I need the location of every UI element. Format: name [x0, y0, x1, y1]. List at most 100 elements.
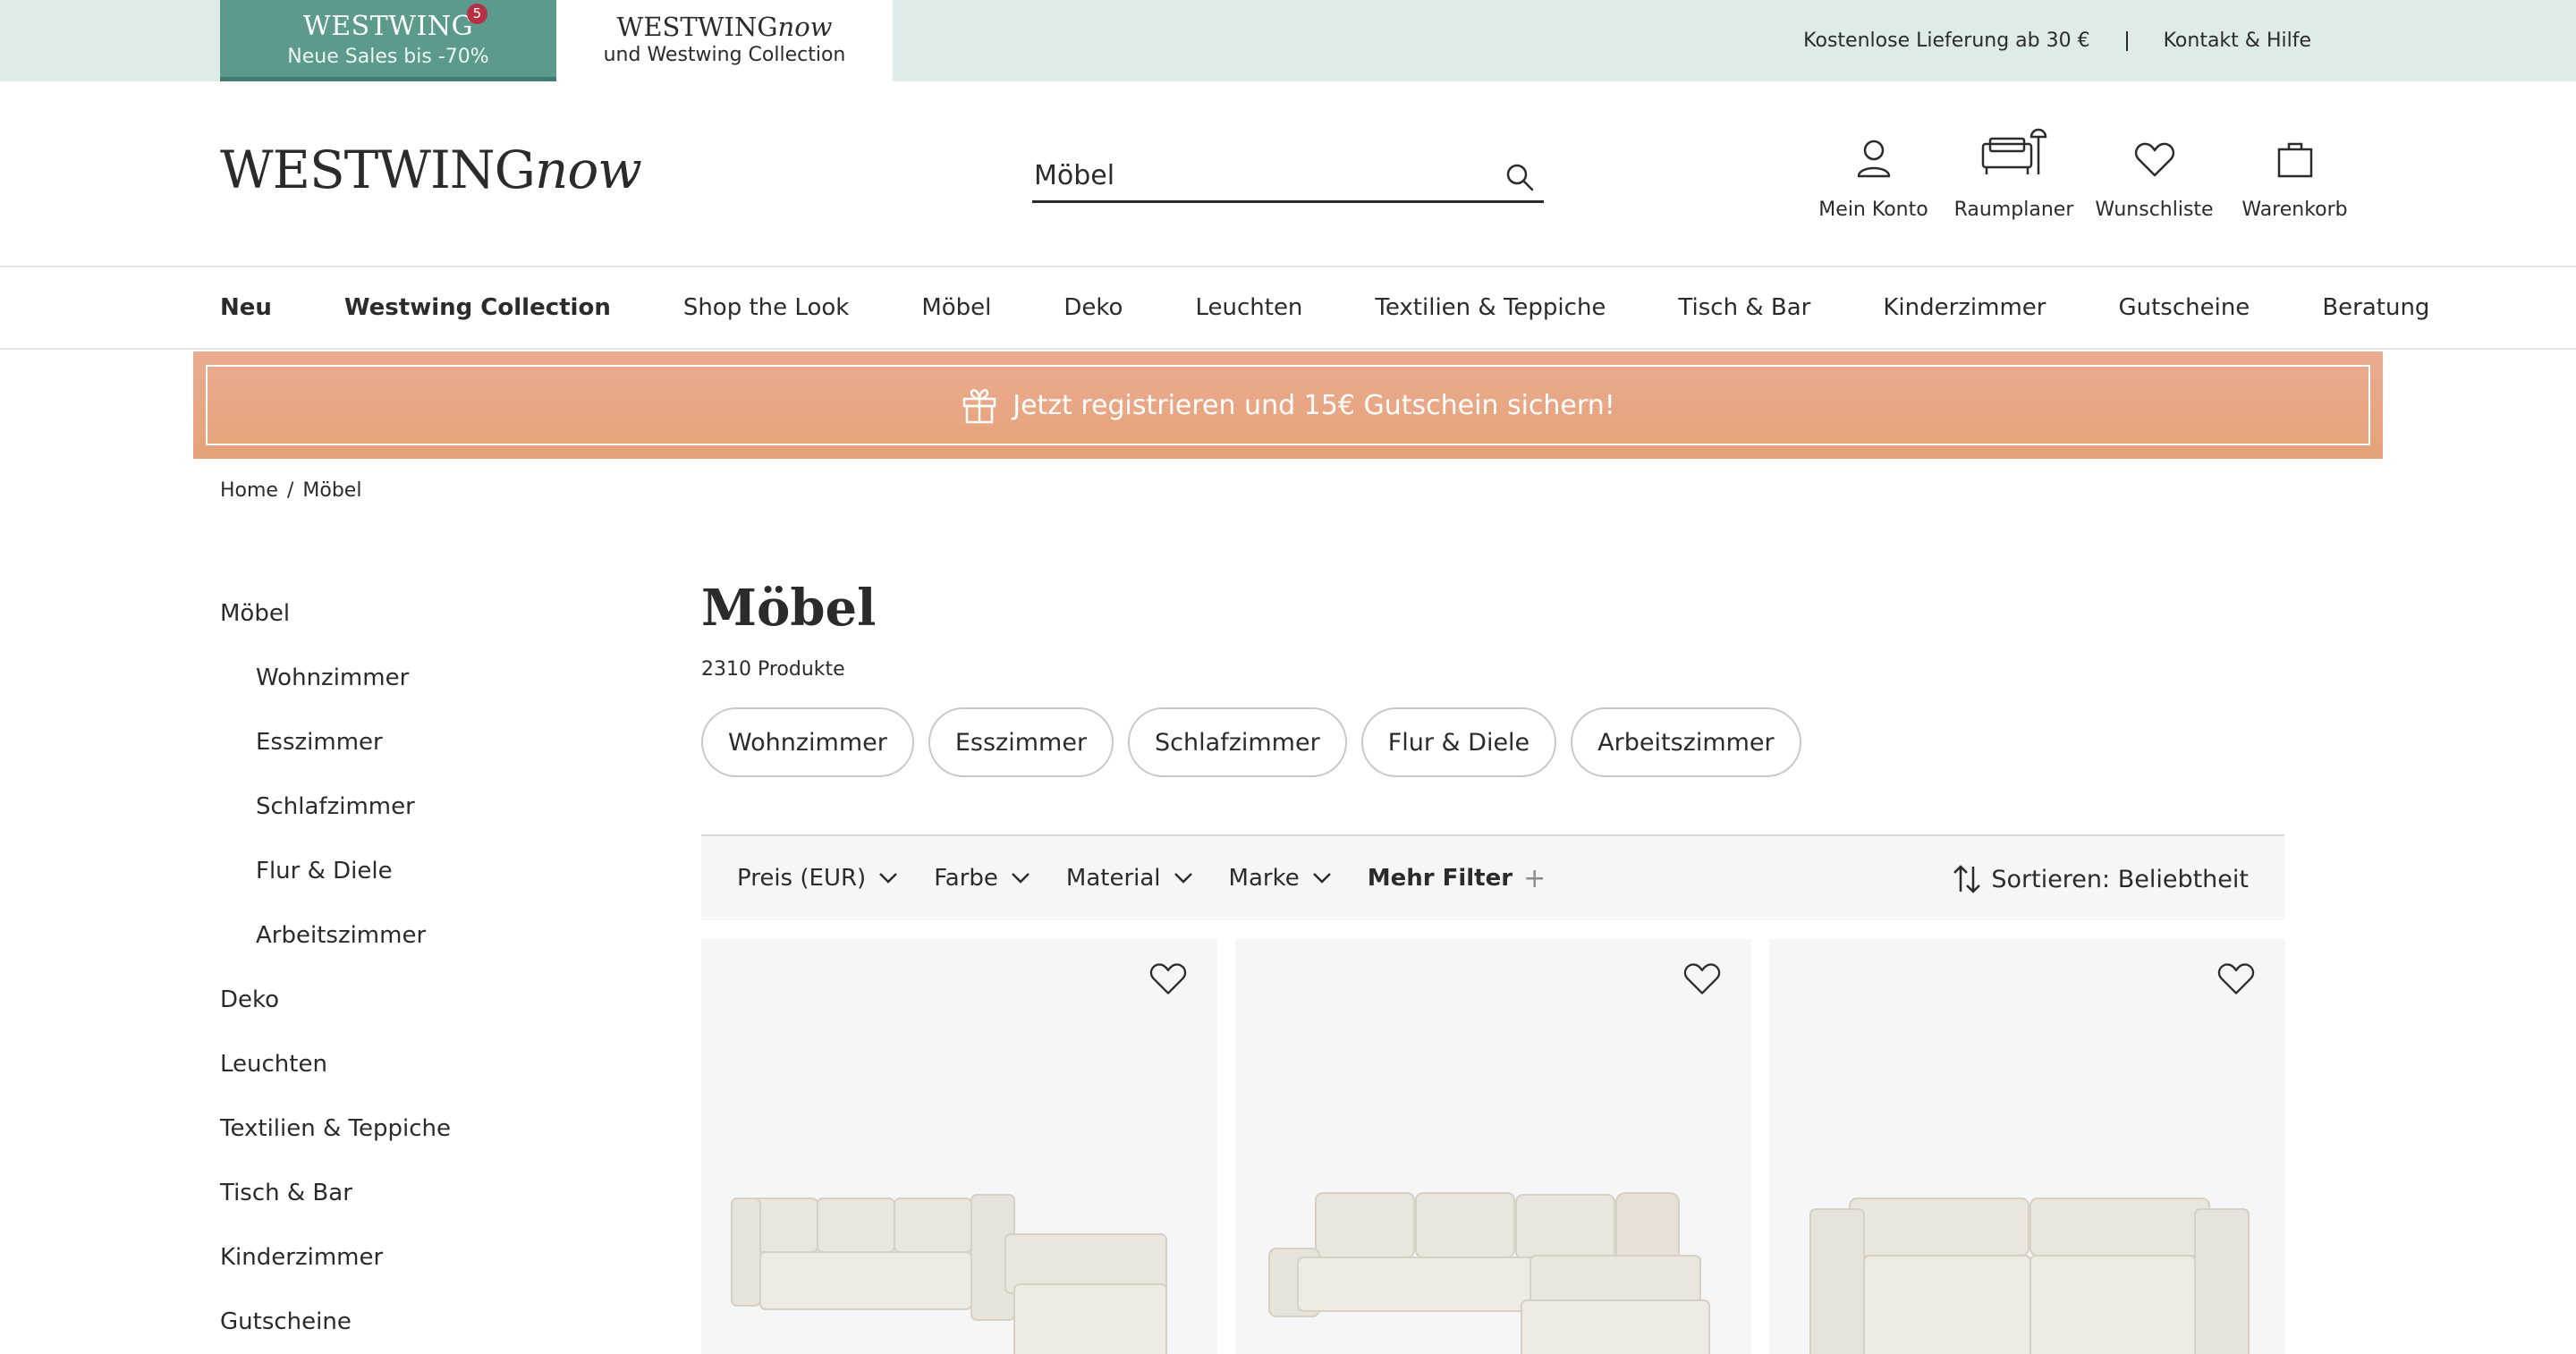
modular-corner-sofa-image	[731, 1194, 1167, 1354]
filter-material[interactable]: Material	[1066, 865, 1193, 892]
nav-item-gutscheine[interactable]: Gutscheine	[2118, 294, 2250, 321]
site-logo[interactable]: WESTWINGnow	[220, 140, 642, 199]
promo-banner[interactable]: Jetzt registrieren und 15€ Gutschein sic…	[193, 351, 2383, 459]
account-icon	[1857, 140, 1890, 178]
nav-item-beratung[interactable]: Beratung	[2322, 294, 2429, 321]
westwing-logo: WESTWING 5	[303, 4, 488, 43]
search-bar	[1032, 153, 1544, 203]
sidebar-item-textilien-teppiche[interactable]: Textilien & Teppiche	[220, 1096, 649, 1161]
site-header: WESTWINGnow Mein Konto	[0, 81, 2576, 267]
chevron-down-icon	[1174, 873, 1192, 884]
nav-item-deko[interactable]: Deko	[1063, 294, 1123, 321]
bag-icon	[2277, 142, 2312, 178]
filter-bar: Preis (EUR) Farbe Material Marke Mehr Fi…	[701, 834, 2284, 920]
heart-icon[interactable]	[1683, 962, 1721, 996]
sidebar-item-tisch-bar[interactable]: Tisch & Bar	[220, 1161, 649, 1225]
free-delivery-link[interactable]: Kostenlose Lieferung ab 30 €	[1803, 30, 2089, 52]
sidebar-item-gutscheine[interactable]: Gutscheine	[220, 1290, 649, 1354]
product-card[interactable]	[701, 939, 1217, 1354]
westwing-sales-tab[interactable]: WESTWING 5 Neue Sales bis -70%	[220, 0, 556, 81]
nav-item-kinderzimmer[interactable]: Kinderzimmer	[1883, 294, 2046, 321]
filter-price[interactable]: Preis (EUR)	[737, 865, 898, 892]
filter-price-label: Preis (EUR)	[737, 865, 867, 892]
westwing-now-tab[interactable]: WESTWINGnow und Westwing Collection	[556, 0, 893, 81]
room-planner-icon	[1981, 128, 2046, 174]
my-account-button[interactable]: Mein Konto	[1803, 121, 1944, 223]
sidebar-item-flur-diele[interactable]: Flur & Diele	[220, 839, 649, 903]
top-bar: WESTWING 5 Neue Sales bis -70% WESTWINGno…	[0, 0, 2576, 81]
category-sidebar: Möbel Wohnzimmer Esszimmer Schlafzimmer …	[220, 581, 649, 1354]
now-tab-subtitle: und Westwing Collection	[603, 44, 846, 66]
heart-icon	[2134, 142, 2174, 177]
new-sales-badge: 5	[467, 4, 488, 24]
breadcrumb-home[interactable]: Home	[220, 479, 278, 502]
nav-item-westwing-collection[interactable]: Westwing Collection	[344, 294, 611, 321]
product-card[interactable]	[1235, 939, 1751, 1354]
product-count: 2310 Produkte	[701, 658, 845, 681]
plus-icon: +	[1523, 862, 1546, 894]
sort-dropdown[interactable]: Sortieren: Beliebtheit	[1952, 836, 2249, 922]
product-card[interactable]	[1769, 939, 2285, 1354]
filter-brand[interactable]: Marke	[1229, 865, 1332, 892]
wishlist-label: Wunschliste	[2095, 199, 2214, 221]
chevron-down-icon	[879, 873, 898, 884]
nav-item-moebel[interactable]: Möbel	[921, 294, 991, 321]
more-filters-button[interactable]: Mehr Filter +	[1368, 863, 1546, 894]
chip-schlafzimmer[interactable]: Schlafzimmer	[1128, 707, 1347, 777]
sidebar-item-kinderzimmer[interactable]: Kinderzimmer	[220, 1225, 649, 1290]
room-planner-button[interactable]: Raumplaner	[1944, 121, 2084, 223]
cart-label: Warenkorb	[2241, 199, 2348, 221]
nav-item-leuchten[interactable]: Leuchten	[1195, 294, 1302, 321]
chip-flur-diele[interactable]: Flur & Diele	[1360, 707, 1557, 777]
gift-icon	[962, 389, 996, 424]
sort-icon	[1953, 865, 1981, 893]
wishlist-button[interactable]: Wunschliste	[2084, 121, 2224, 223]
sidebar-item-esszimmer[interactable]: Esszimmer	[220, 710, 649, 774]
corner-sofa-with-cushions-image	[1268, 1192, 1710, 1354]
filter-color[interactable]: Farbe	[934, 865, 1030, 892]
page-title: Möbel	[701, 579, 877, 638]
sidebar-item-leuchten[interactable]: Leuchten	[220, 1032, 649, 1096]
search-input[interactable]	[1032, 153, 1479, 198]
breadcrumb-current: Möbel	[302, 479, 362, 502]
sidebar-item-deko[interactable]: Deko	[220, 968, 649, 1032]
sidebar-item-schlafzimmer[interactable]: Schlafzimmer	[220, 774, 649, 839]
subcategory-chips: Wohnzimmer Esszimmer Schlafzimmer Flur &…	[701, 707, 1816, 777]
breadcrumb: Home / Möbel	[220, 479, 361, 502]
my-account-label: Mein Konto	[1818, 199, 1928, 221]
filter-color-label: Farbe	[934, 865, 998, 892]
chip-wohnzimmer[interactable]: Wohnzimmer	[701, 707, 914, 777]
modular-two-seat-sofa-image	[1809, 1197, 2250, 1354]
breadcrumb-separator: /	[286, 479, 294, 502]
room-planner-label: Raumplaner	[1953, 199, 2074, 221]
nav-item-shop-the-look[interactable]: Shop the Look	[683, 294, 850, 321]
search-icon[interactable]	[1504, 162, 1535, 192]
nav-item-tisch-bar[interactable]: Tisch & Bar	[1678, 294, 1810, 321]
westwing-now-logo: WESTWINGnow	[616, 12, 833, 42]
heart-icon[interactable]	[1149, 962, 1187, 996]
sidebar-item-wohnzimmer[interactable]: Wohnzimmer	[220, 646, 649, 710]
chip-esszimmer[interactable]: Esszimmer	[928, 707, 1114, 777]
nav-item-textilien-teppiche[interactable]: Textilien & Teppiche	[1375, 294, 1606, 321]
cart-button[interactable]: Warenkorb	[2224, 121, 2365, 223]
sidebar-item-moebel[interactable]: Möbel	[220, 581, 649, 646]
sort-label: Sortieren: Beliebtheit	[1991, 865, 2249, 893]
chevron-down-icon	[1312, 873, 1331, 884]
product-grid	[701, 939, 2285, 1354]
contact-help-link[interactable]: Kontakt & Hilfe	[2164, 30, 2311, 52]
top-links-divider	[2125, 30, 2128, 51]
nav-item-neu[interactable]: Neu	[220, 294, 272, 321]
promo-text: Jetzt registrieren und 15€ Gutschein sic…	[1013, 389, 1615, 421]
header-actions: Mein Konto Raumplaner Wunschliste Warenk…	[1803, 121, 2365, 223]
filter-material-label: Material	[1065, 865, 1161, 892]
heart-icon[interactable]	[2217, 962, 2255, 996]
sales-tab-subtitle: Neue Sales bis -70%	[287, 46, 489, 68]
chip-arbeitszimmer[interactable]: Arbeitszimmer	[1571, 707, 1801, 777]
sidebar-item-arbeitszimmer[interactable]: Arbeitszimmer	[220, 903, 649, 968]
promo-banner-frame: Jetzt registrieren und 15€ Gutschein sic…	[206, 365, 2370, 445]
chevron-down-icon	[1012, 873, 1030, 884]
more-filters-label: Mehr Filter	[1367, 865, 1513, 892]
main-navigation: Neu Westwing Collection Shop the Look Mö…	[0, 267, 2576, 350]
filter-brand-label: Marke	[1228, 865, 1300, 892]
top-links: Kostenlose Lieferung ab 30 € Kontakt & H…	[1803, 0, 2311, 81]
